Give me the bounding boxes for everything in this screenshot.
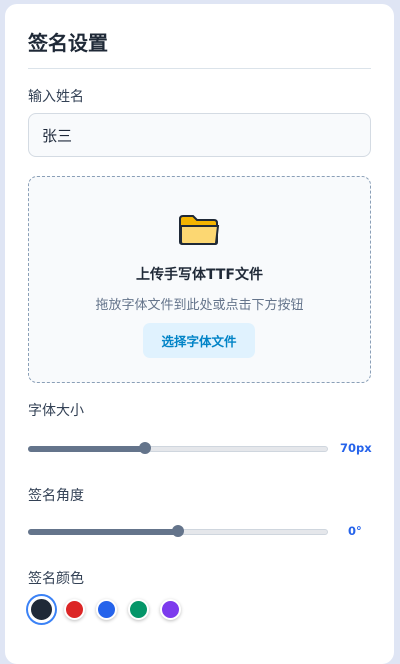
- title-divider: [28, 68, 371, 69]
- angle-value: 0°: [348, 524, 362, 538]
- color-swatch-black[interactable]: [28, 596, 55, 623]
- color-swatch-red[interactable]: [64, 599, 85, 620]
- angle-label: 签名角度: [28, 488, 84, 504]
- name-label: 输入姓名: [28, 89, 84, 105]
- signature-settings-panel: 签名设置 输入姓名 上传手写体TTF文件 拖放字体文件到此处或点击下方按钮 选择…: [5, 4, 394, 664]
- upload-title: 上传手写体TTF文件: [136, 267, 263, 283]
- choose-font-file-button[interactable]: 选择字体文件: [143, 323, 255, 358]
- font-size-slider[interactable]: 70px: [28, 438, 373, 458]
- slider-thumb[interactable]: [139, 442, 151, 454]
- slider-thumb[interactable]: [172, 525, 184, 537]
- slider-fill: [28, 446, 145, 452]
- upload-hint: 拖放字体文件到此处或点击下方按钮: [95, 298, 304, 313]
- page-title: 签名设置: [28, 31, 108, 55]
- angle-slider[interactable]: 0°: [28, 521, 373, 541]
- folder-icon: [179, 215, 220, 245]
- color-swatch-blue[interactable]: [96, 599, 117, 620]
- font-size-label: 字体大小: [28, 403, 84, 419]
- color-swatch-purple[interactable]: [160, 599, 181, 620]
- slider-fill: [28, 529, 178, 535]
- font-upload-dropzone[interactable]: 上传手写体TTF文件 拖放字体文件到此处或点击下方按钮 选择字体文件: [28, 176, 371, 383]
- name-input[interactable]: [28, 113, 371, 157]
- color-swatch-green[interactable]: [128, 599, 149, 620]
- font-size-value: 70px: [340, 441, 372, 455]
- color-label: 签名颜色: [28, 571, 84, 587]
